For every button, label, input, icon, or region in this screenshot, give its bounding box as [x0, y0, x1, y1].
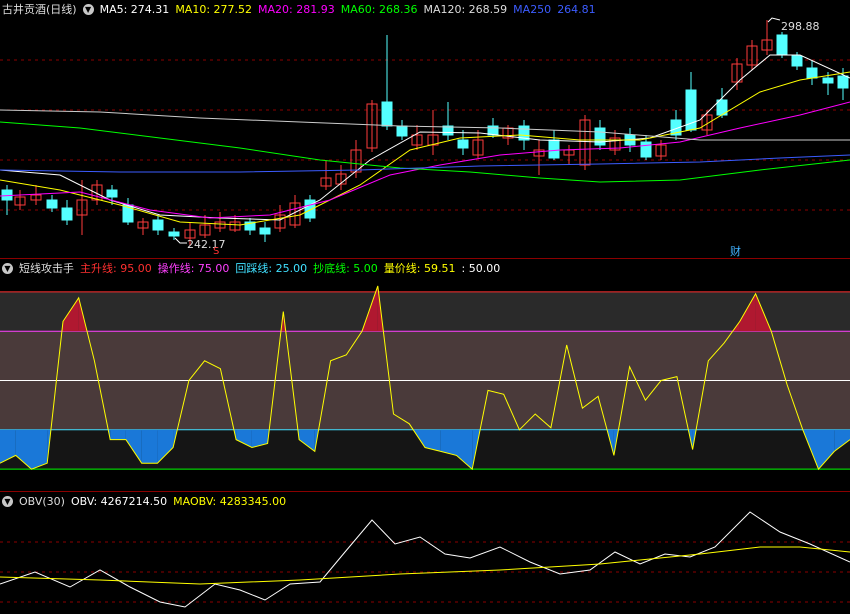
maobv-line [0, 546, 850, 585]
high-pointer [767, 17, 781, 23]
stock-title: 古井贡酒(日线) [2, 3, 77, 16]
obv-title: OBV(30) [19, 494, 65, 508]
candle-body [806, 67, 818, 79]
candle-body [457, 139, 469, 149]
obv-value: OBV: 4267214.50 [70, 494, 168, 508]
candle-body [46, 199, 58, 209]
candle-body [776, 34, 788, 56]
candle-body [548, 139, 560, 159]
indicator-legend-item: 操作线: 75.00 [157, 262, 230, 275]
signal-s-marker: S [213, 246, 220, 257]
indicator-legend-list: 主升线: 95.00 操作线: 75.00 回踩线: 25.00 抄底线: 5.00 量… [80, 260, 506, 276]
price-legend: 古井贡酒(日线) ▼ MA5: 274.31 MA10: 277.52 MA20: … [0, 0, 608, 18]
collapse-indicator-icon[interactable]: ▼ [2, 262, 13, 274]
indicator-legend-item: 回踩线: 25.00 [235, 262, 308, 275]
ma-legend-item: MA20: 281.93 [258, 2, 335, 16]
ma60-line [0, 121, 850, 183]
ma-legend-item: MA250 [513, 2, 552, 16]
indicator-legend-item: 抄底线: 5.00 [313, 262, 378, 275]
low-price-label: 242.17 [187, 238, 226, 251]
candle-body [640, 141, 652, 158]
candle-body [61, 207, 73, 221]
indicator-legend-item: 量价线: 59.51 [383, 262, 456, 275]
high-price-label: 298.88 [781, 20, 820, 33]
collapse-obv-icon[interactable]: ▼ [2, 495, 13, 507]
ma-legend-item: MA5: 274.31 [99, 2, 170, 16]
low-pointer [174, 237, 187, 244]
oversold-fill [141, 429, 158, 464]
oversold-fill [110, 429, 126, 440]
attack-indicator-chart[interactable] [0, 259, 850, 491]
obv-legend: ▼ OBV(30) OBV: 4267214.50 MAOBV: 4283345… [0, 492, 292, 510]
maobv-value: MAOBV: 4283345.00 [173, 494, 287, 508]
ma-legend-item: 264.81 [557, 2, 596, 16]
indicator-legend-item: : 50.00 [461, 262, 501, 275]
candle-body [396, 125, 408, 137]
obv-pane[interactable]: ▼ OBV(30) OBV: 4267214.50 MAOBV: 4283345… [0, 492, 850, 614]
ma5-line [0, 54, 850, 221]
oversold-fill [31, 429, 48, 470]
indicator-legend-item: 主升线: 95.00 [80, 262, 152, 275]
zone-main-up [0, 291, 850, 332]
indicator-title: 短线攻击手 [19, 262, 74, 275]
candle-body [259, 227, 271, 235]
candle-body [837, 75, 849, 89]
ma-legend-item: MA60: 268.36 [340, 2, 418, 16]
candle-body [168, 231, 180, 237]
candle-body [381, 101, 393, 127]
indicator-legend: ▼ 短线攻击手 主升线: 95.00 操作线: 75.00 回踩线: 25.00 抄底… [0, 259, 512, 277]
candle-body [152, 219, 164, 231]
price-pane[interactable]: 古井贡酒(日线) ▼ MA5: 274.31 MA10: 277.52 MA20: … [0, 0, 850, 258]
candle-body [791, 55, 803, 67]
ma-legend-item: MA10: 277.52 [175, 2, 253, 16]
candle-body [106, 189, 118, 198]
candlestick-chart[interactable] [0, 0, 850, 258]
candle-body [822, 77, 834, 84]
ma-legend-item: MA120: 268.59 [423, 2, 508, 16]
ma-legend-list: MA5: 274.31 MA10: 277.52 MA20: 281.93 MA60:… [100, 3, 602, 16]
indicator-pane[interactable]: ▼ 短线攻击手 主升线: 95.00 操作线: 75.00 回踩线: 25.00 抄底… [0, 259, 850, 491]
finance-marker: 财 [730, 245, 741, 258]
collapse-price-icon[interactable]: ▼ [82, 3, 94, 15]
obv-chart[interactable] [0, 492, 850, 614]
obv-line [0, 511, 850, 608]
